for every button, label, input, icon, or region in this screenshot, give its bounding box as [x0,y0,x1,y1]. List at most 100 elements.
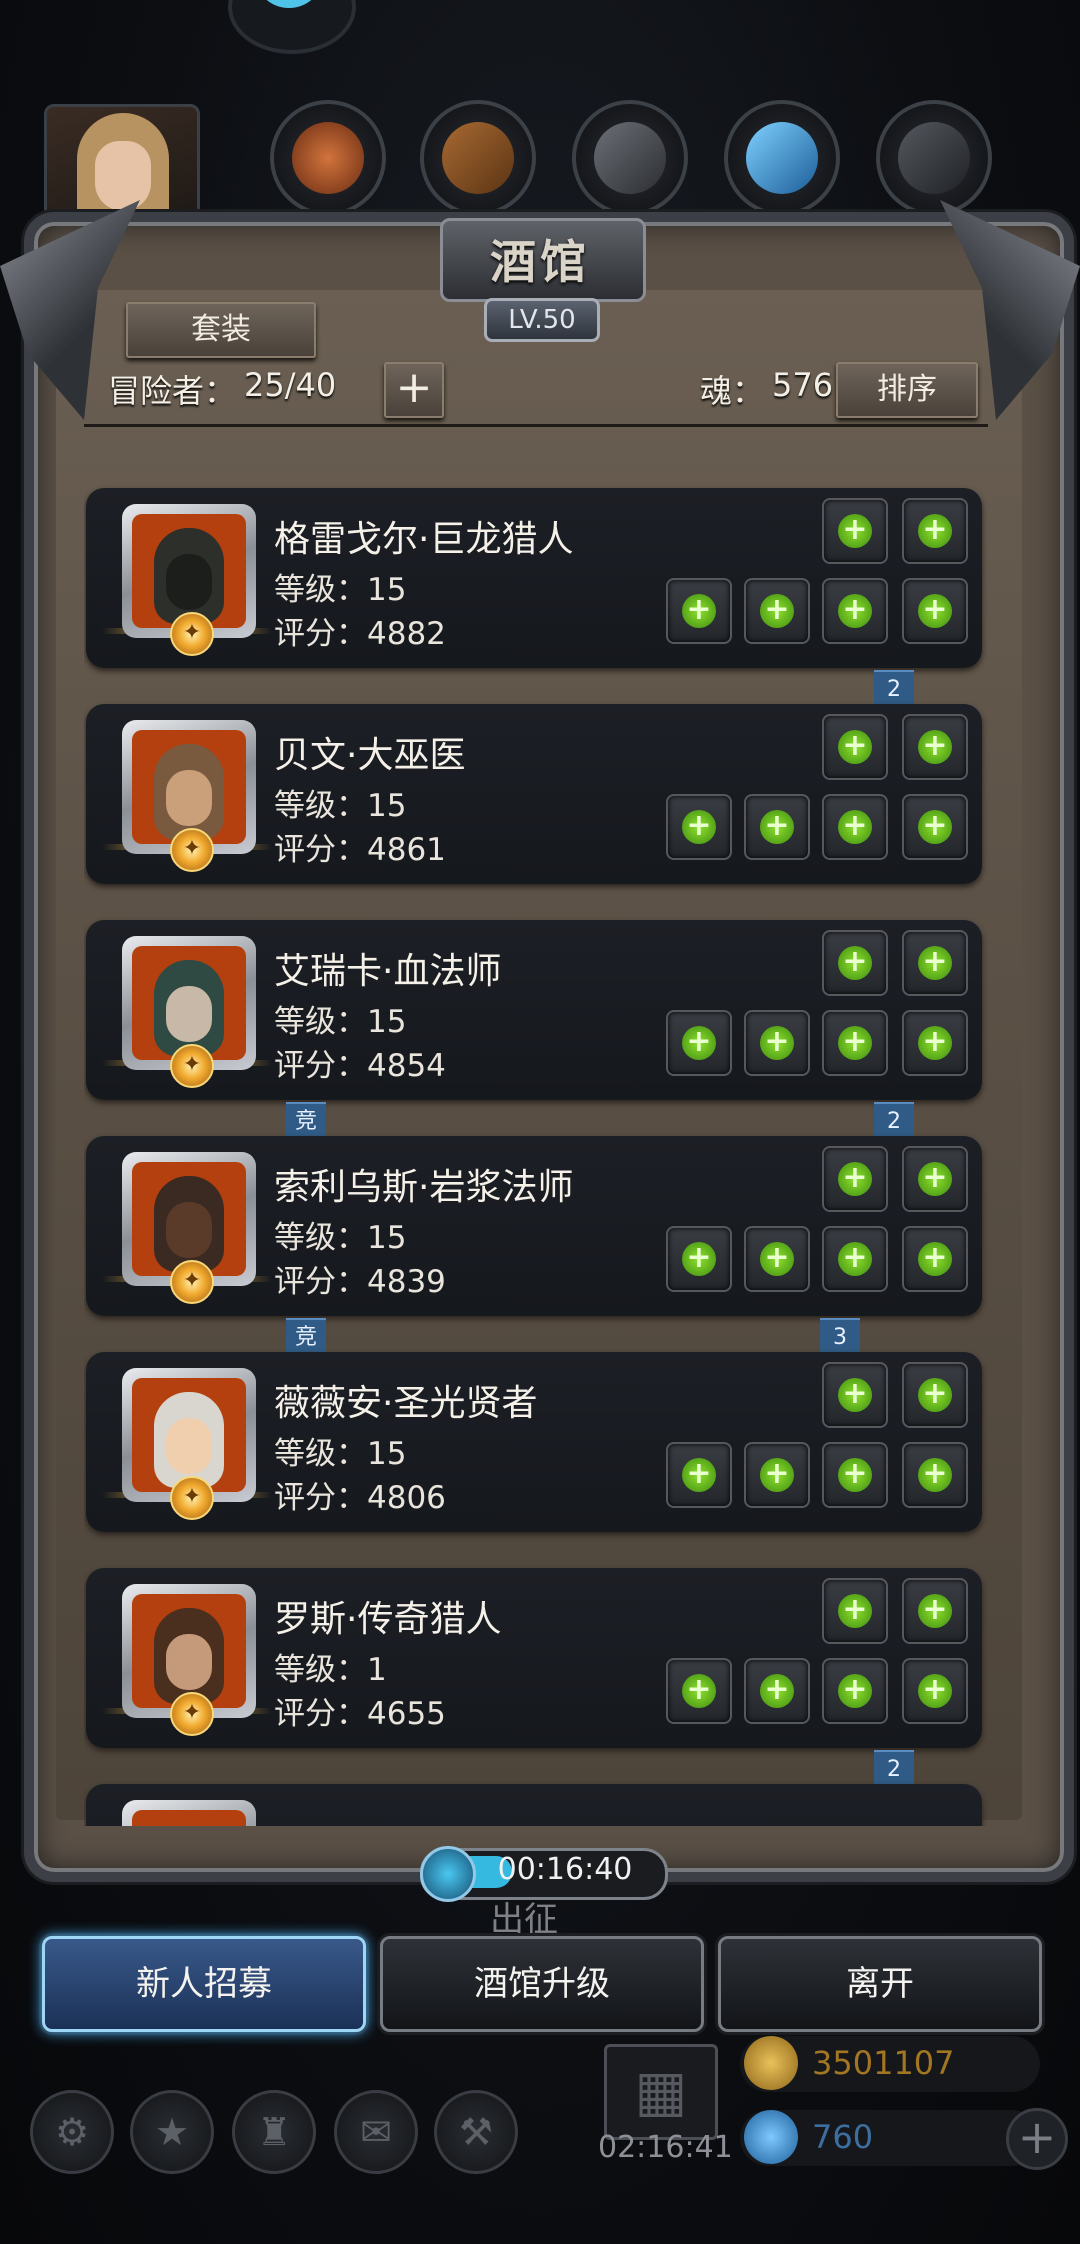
hero-name: 索利乌斯·岩浆法师 [274,1167,574,1208]
weapon-slot-add-button[interactable]: + [666,794,732,860]
hero-portrait [132,1594,246,1708]
skill-slot-add-button[interactable]: + [822,1578,888,1644]
armor-slot-add-button[interactable]: + [744,1226,810,1292]
skill-slot-add-button[interactable]: + [822,1362,888,1428]
leave-button[interactable]: 离开 [718,1936,1042,2032]
ring-slot-add-button[interactable]: + [902,794,968,860]
skill-slot-add-button[interactable]: + [902,1578,968,1644]
hero-list[interactable]: ✦ 格雷戈尔·巨龙猎人 等级：15 评分：4882 + + + + + +2 ✦ 贝文·大… [84,432,988,1826]
weapon-slot-add-button[interactable]: + [666,578,732,644]
star-icon[interactable]: ★ [130,2090,214,2174]
ring-slot-add-button[interactable]: + [902,1658,968,1724]
gift-icon[interactable]: ▦ [604,2044,718,2140]
add-adventurer-slot-button[interactable]: + [384,362,444,418]
skill-slot-add-button[interactable]: + [822,714,888,780]
plus-icon: + [838,594,872,628]
plus-icon: + [918,1674,952,1708]
ring-slot-add-button[interactable]: + [822,578,888,644]
expedition-label: 出征 [490,1900,558,1940]
stone-resource-icon[interactable] [876,100,992,216]
hero-portrait [132,1162,246,1276]
ring-slot-add-button[interactable]: + [902,578,968,644]
plus-icon: + [682,1674,716,1708]
plus-icon: + [838,810,872,844]
skill-slot-add-button[interactable]: + [902,930,968,996]
hero-card[interactable]: ✦ 艾瑞卡·血法师 等级：15 评分：4854 + + + + + + [86,920,982,1100]
hero-score: 评分：4882 [274,616,446,652]
ring-slot-add-button[interactable]: + [902,1226,968,1292]
forge-icon[interactable]: ⚒ [434,2090,518,2174]
ring-slot-add-button[interactable]: + [822,1442,888,1508]
armor-slot-add-button[interactable]: + [744,1442,810,1508]
add-currency-button[interactable]: + [1006,2108,1068,2170]
meat-resource-icon[interactable] [270,100,386,216]
weapon-slot-add-button[interactable]: + [666,1658,732,1724]
hero-portrait [132,514,246,628]
recruit-button[interactable]: 新人招募 [42,1936,366,2032]
plus-icon: + [682,810,716,844]
ring-slot-add-button[interactable]: + [822,794,888,860]
ring-slot-add-button[interactable]: + [902,1442,968,1508]
plus-icon: + [760,1242,794,1276]
weapon-slot-add-button[interactable]: + [666,1442,732,1508]
tavern-upgrade-button[interactable]: 酒馆升级 [380,1936,704,2032]
plus-icon: + [918,730,952,764]
star-rank-icon: ✦ [170,1692,214,1736]
skill-slot-add-button[interactable]: + [902,498,968,564]
skill-slot-add-button[interactable]: + [902,1146,968,1212]
skill-slot-add-button[interactable]: + [822,930,888,996]
sort-button[interactable]: 排序 [836,362,978,418]
ring-slot-add-button[interactable]: + [822,1658,888,1724]
adventurers-count: 25/40 [244,366,337,404]
ring-slot-add-button[interactable]: + [822,1226,888,1292]
hero-card[interactable]: ✦ 贝文·大巫医 等级：15 评分：4861 + + + + + + [86,704,982,884]
skill-slot-add-button[interactable]: + [902,1362,968,1428]
hero-card[interactable]: ✦ 格雷戈尔·巨龙猎人 等级：15 评分：4882 + + + + + + [86,488,982,668]
hero-name: 格雷戈尔·巨龙猎人 [274,519,574,560]
hero-portrait [132,1810,246,1826]
hero-level: 等级：15 [274,1220,407,1256]
hero-score: 评分：4854 [274,1048,446,1084]
hero-score: 评分：4839 [274,1264,446,1300]
settings-icon[interactable]: ⚙ [30,2090,114,2174]
weapon-slot-add-button[interactable]: + [666,1226,732,1292]
hero-card[interactable]: ✦ 索利乌斯·岩浆法师 等级：15 评分：4839 + + + + + + [86,1136,982,1316]
skill-slot-add-button[interactable]: + [822,498,888,564]
hero-level: 等级：15 [274,572,407,608]
hero-portrait [132,946,246,1060]
hero-card[interactable]: ✦ 罗斯·传奇猎人 等级：1 评分：4655 + + + + + + [86,1568,982,1748]
wood-resource-icon[interactable] [420,100,536,216]
plus-icon: + [918,1594,952,1628]
crystal-resource-icon[interactable] [724,100,840,216]
weapon-slot-add-button[interactable]: + [666,1010,732,1076]
hero-avatar-frame[interactable] [122,1800,256,1826]
ring-slot-add-button[interactable]: + [822,1010,888,1076]
plus-icon: + [838,1026,872,1060]
hero-card[interactable]: ✦ 薇薇安·圣光贤者 等级：15 评分：4806 + + + + + + [86,1352,982,1532]
suit-button[interactable]: 套装 [126,302,316,358]
armor-slot-add-button[interactable]: + [744,1658,810,1724]
plus-icon: + [682,1242,716,1276]
hero-card[interactable] [86,1784,982,1826]
header-divider [84,424,988,427]
soul-value: 576 [772,366,834,404]
gem-amount: 760 [812,2118,874,2156]
plus-icon: + [682,594,716,628]
skill-slot-add-button[interactable]: + [822,1146,888,1212]
armor-slot-add-button[interactable]: + [744,578,810,644]
armor-slot-add-button[interactable]: + [744,1010,810,1076]
hero-portrait [132,730,246,844]
armor-slot-add-button[interactable]: + [744,794,810,860]
mail-icon[interactable]: ✉ [334,2090,418,2174]
star-rank-icon: ✦ [170,1476,214,1520]
expedition-timer: 00:16:40 [497,1852,633,1887]
guild-icon[interactable]: ♜ [232,2090,316,2174]
plus-icon: + [682,1026,716,1060]
ring-slot-add-button[interactable]: + [902,1010,968,1076]
iron-resource-icon[interactable] [572,100,688,216]
skill-slot-add-button[interactable]: + [902,714,968,780]
hero-name: 罗斯·传奇猎人 [274,1599,502,1640]
hero-score: 评分：4806 [274,1480,446,1516]
star-rank-icon: ✦ [170,1044,214,1088]
hero-score: 评分：4655 [274,1696,446,1732]
